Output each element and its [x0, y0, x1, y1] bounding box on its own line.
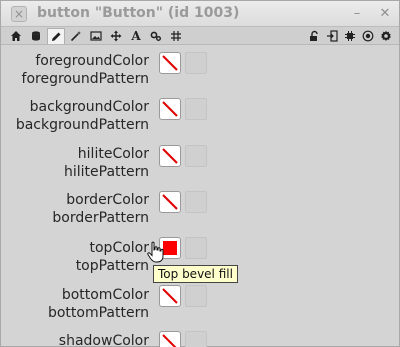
shadow-pattern-well[interactable]: [185, 331, 207, 347]
border-pattern-well[interactable]: [185, 191, 207, 213]
top-pattern-label: topPattern: [75, 258, 149, 274]
background-color-swatch[interactable]: [159, 98, 181, 120]
foreground-pattern-label: foregroundPattern: [21, 71, 149, 87]
grid-icon[interactable]: [167, 28, 185, 44]
bottom-pattern-label: bottomPattern: [47, 305, 149, 321]
hilite-color-swatch[interactable]: [159, 145, 181, 167]
top-color-fill: [163, 241, 177, 255]
no-color-icon: [162, 194, 178, 210]
hilite-color-label: hiliteColor: [77, 146, 149, 162]
lock-icon[interactable]: [305, 28, 323, 44]
gear-icon[interactable]: [377, 28, 395, 44]
title-bar[interactable]: × button "Button" (id 1003) – ✕: [1, 1, 399, 27]
close-icon[interactable]: ×: [11, 6, 27, 22]
pencil-icon[interactable]: [47, 28, 65, 44]
border-pattern-label: borderPattern: [52, 210, 149, 226]
property-inspector-window: × button "Button" (id 1003) – ✕ A foregr…: [0, 0, 400, 347]
minimize-icon[interactable]: –: [349, 6, 365, 22]
foreground-color-swatch[interactable]: [159, 52, 181, 74]
move-icon[interactable]: [107, 28, 125, 44]
top-color-label: topColor: [89, 240, 150, 256]
database-icon[interactable]: [27, 28, 45, 44]
background-pattern-well[interactable]: [185, 98, 207, 120]
image-icon[interactable]: [87, 28, 105, 44]
bottom-color-swatch[interactable]: [159, 285, 181, 307]
background-pattern-label: backgroundPattern: [15, 117, 149, 133]
shadow-color-label: shadowColor: [58, 333, 149, 347]
close-window-icon[interactable]: ✕: [377, 6, 393, 22]
no-color-icon: [162, 334, 177, 347]
exit-icon[interactable]: [323, 28, 341, 44]
hilite-pattern-label: hilitePattern: [63, 164, 149, 180]
border-color-swatch[interactable]: [159, 191, 181, 213]
properties-panel: foregroundColor foregroundPattern backgr…: [1, 46, 399, 347]
home-icon[interactable]: [7, 28, 25, 44]
tooltip: Top bevel fill: [153, 265, 238, 283]
chip-icon[interactable]: [341, 28, 359, 44]
no-color-icon: [162, 148, 178, 164]
bottom-color-label: bottomColor: [61, 287, 149, 303]
background-color-label: backgroundColor: [29, 99, 149, 115]
top-pattern-well[interactable]: [185, 237, 207, 259]
bottom-pattern-well[interactable]: [185, 285, 207, 307]
target-icon[interactable]: [359, 28, 377, 44]
hand-cursor-icon: [147, 241, 164, 263]
no-color-icon: [162, 101, 178, 117]
border-color-label: borderColor: [66, 192, 149, 208]
window-title: button "Button" (id 1003): [37, 5, 240, 21]
hilite-pattern-well[interactable]: [185, 145, 207, 167]
foreground-pattern-well[interactable]: [185, 52, 207, 74]
inspector-toolbar: A: [1, 27, 399, 45]
shadow-color-swatch[interactable]: [159, 331, 181, 347]
no-color-icon: [162, 288, 178, 304]
no-color-icon: [162, 55, 178, 71]
wand-icon[interactable]: [67, 28, 85, 44]
text-icon[interactable]: A: [127, 28, 145, 44]
gears-icon[interactable]: [147, 28, 165, 44]
foreground-color-label: foregroundColor: [35, 53, 149, 69]
